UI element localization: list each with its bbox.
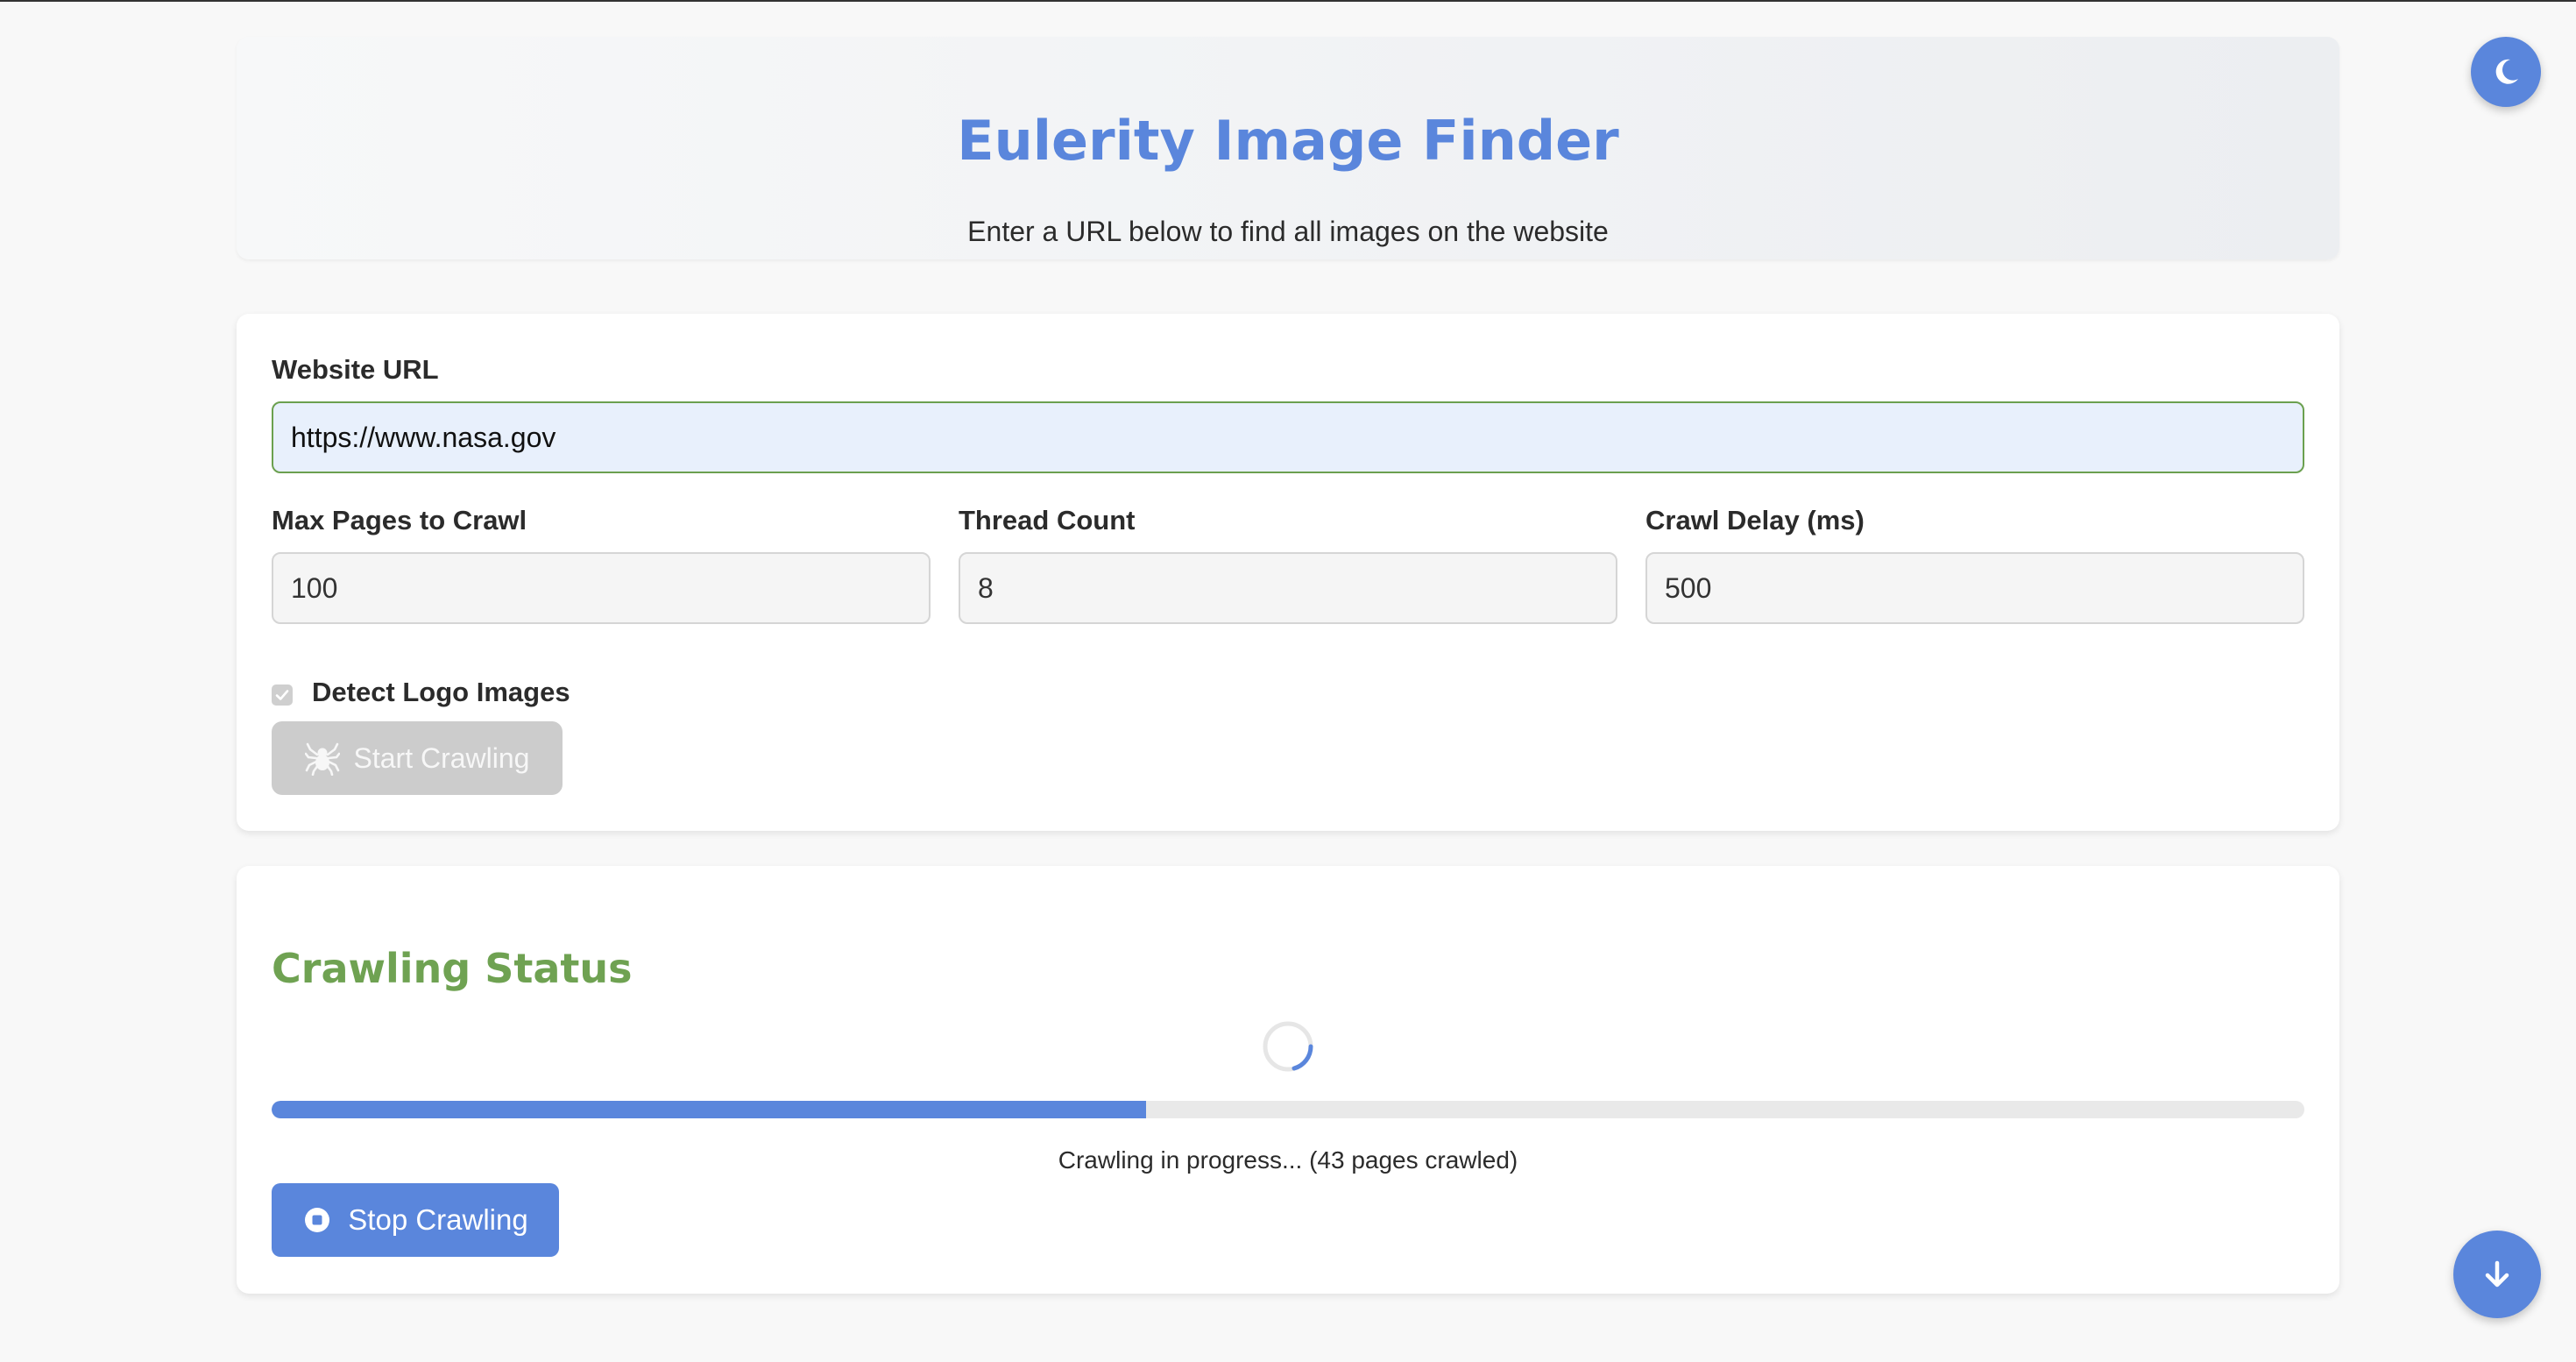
status-message: Crawling in progress... (43 pages crawle… [1058, 1146, 1518, 1174]
progress-bar [272, 1101, 2304, 1118]
app-subtitle: Enter a URL below to find all images on … [967, 216, 1609, 247]
spider-icon [304, 742, 340, 776]
app-title: Eulerity Image Finder [957, 109, 1619, 173]
url-label: Website URL [272, 354, 439, 385]
moon-icon [2495, 59, 2518, 84]
crawl-delay-input[interactable] [1645, 552, 2304, 624]
stop-icon [305, 1208, 330, 1232]
url-input[interactable] [272, 401, 2304, 473]
status-title: Crawling Status [272, 945, 633, 992]
crawl-delay-label: Crawl Delay (ms) [1645, 505, 1865, 536]
detect-logo-row: Detect Logo Images [272, 675, 570, 710]
checkmark-icon [275, 690, 289, 700]
progress-bar-fill [272, 1101, 1146, 1118]
scroll-down-button[interactable] [2453, 1231, 2541, 1318]
stop-crawling-button[interactable]: Stop Crawling [272, 1183, 559, 1257]
detect-logo-label: Detect Logo Images [312, 677, 570, 707]
header-card: Eulerity Image Finder Enter a URL below … [237, 37, 2339, 259]
max-pages-label: Max Pages to Crawl [272, 505, 527, 536]
crawling-status-card: Crawling Status Crawling in progress... … [237, 866, 2339, 1294]
max-pages-input[interactable] [272, 552, 931, 624]
window-top-border [0, 0, 2576, 2]
theme-toggle-button[interactable] [2471, 37, 2541, 107]
stop-crawling-label: Stop Crawling [348, 1203, 528, 1236]
loading-spinner-icon [1263, 1021, 1313, 1072]
arrow-down-icon [2485, 1260, 2509, 1288]
crawl-form-card: Website URL Max Pages to Crawl Thread Co… [237, 314, 2339, 831]
start-crawling-button[interactable]: Start Crawling [272, 721, 563, 795]
start-crawling-label: Start Crawling [353, 741, 530, 774]
detect-logo-checkbox[interactable] [272, 685, 293, 706]
thread-count-input[interactable] [959, 552, 1617, 624]
thread-count-label: Thread Count [959, 505, 1136, 536]
